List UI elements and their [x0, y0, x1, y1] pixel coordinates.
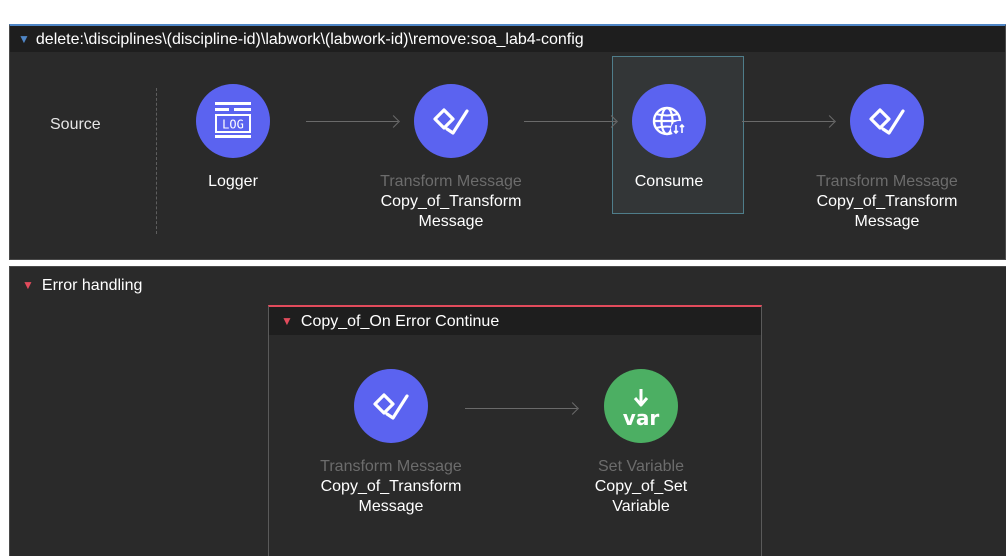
error-handling-title: Error handling [41, 277, 143, 294]
component-name: Consume [634, 173, 704, 190]
component-name-line1: Copy_of_Transform [320, 478, 462, 495]
component-name-line1: Copy_of_Transform [816, 193, 958, 210]
collapse-triangle-icon[interactable]: ▼ [18, 26, 30, 52]
component-set-variable[interactable]: var Set Variable Copy_of_Set Variable [551, 369, 731, 517]
var-icon-text: var [622, 406, 660, 430]
transform-message-icon [869, 108, 905, 135]
component-name-line1: Copy_of_Set [594, 478, 688, 495]
component-transform-message-1[interactable]: Transform Message Copy_of_Transform Mess… [361, 84, 541, 232]
transform-message-icon [373, 393, 409, 420]
flow-container[interactable]: ▼ delete:\disciplines\(discipline-id)\lab… [9, 24, 1006, 260]
logger-node[interactable]: LOG [196, 84, 270, 158]
on-error-header[interactable]: ▼ Copy_of_On Error Continue [269, 307, 761, 335]
component-transform-message-2[interactable]: Transform Message Copy_of_Transform Mess… [797, 84, 977, 232]
component-logger[interactable]: LOG Logger [143, 84, 323, 192]
transform-message-icon [433, 108, 469, 135]
consume-node[interactable] [632, 84, 706, 158]
component-name-line1: Copy_of_Transform [380, 193, 522, 210]
component-name-line2: Message [418, 213, 484, 230]
set-variable-icon: var [623, 388, 659, 428]
on-error-title: Copy_of_On Error Continue [300, 313, 500, 330]
globe-consume-icon [652, 106, 687, 137]
component-name: Logger [208, 173, 258, 190]
collapse-triangle-icon[interactable]: ▼ [281, 307, 293, 335]
source-label[interactable]: Source [50, 116, 101, 134]
transform-message-node[interactable] [414, 84, 488, 158]
component-type: Transform Message [320, 458, 462, 475]
component-name-line2: Variable [612, 498, 670, 515]
component-type: Set Variable [598, 458, 684, 475]
component-transform-message-error[interactable]: Transform Message Copy_of_Transform Mess… [301, 369, 481, 517]
flow-title: delete:\disciplines\(discipline-id)\labw… [35, 31, 584, 48]
svg-text:LOG: LOG [222, 118, 244, 132]
set-variable-node[interactable]: var [604, 369, 678, 443]
transform-message-node[interactable] [354, 369, 428, 443]
component-type: Transform Message [816, 173, 958, 190]
component-name-line2: Message [358, 498, 424, 515]
flow-header[interactable]: ▼ delete:\disciplines\(discipline-id)\lab… [10, 26, 1005, 52]
logger-icon: LOG [215, 102, 251, 138]
error-handling-section[interactable]: ▼ Error handling ▼ Copy_of_On Error Contin… [9, 266, 1006, 556]
component-name-line2: Message [854, 213, 920, 230]
error-handling-header[interactable]: ▼ Error handling [22, 277, 142, 295]
collapse-triangle-icon[interactable]: ▼ [22, 278, 34, 292]
transform-message-node[interactable] [850, 84, 924, 158]
canvas: ▼ delete:\disciplines\(discipline-id)\lab… [0, 0, 1006, 556]
on-error-continue-scope[interactable]: ▼ Copy_of_On Error Continue Transform Mes… [268, 305, 762, 556]
component-type: Transform Message [380, 173, 522, 190]
component-consume[interactable]: Consume [579, 84, 759, 192]
arrow-down-icon [633, 389, 649, 407]
